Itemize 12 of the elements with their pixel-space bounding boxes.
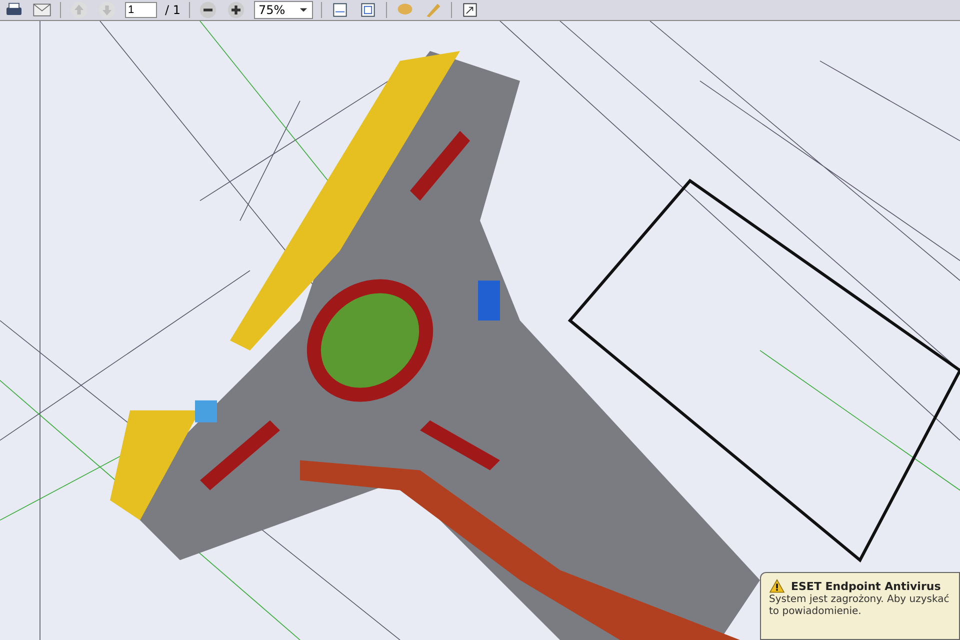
zoom-dropdown[interactable]: 75%: [254, 1, 314, 19]
zoom-value: 75%: [258, 3, 286, 17]
caret-icon: [299, 7, 308, 13]
warning-icon: [769, 579, 785, 593]
zoom-in-icon[interactable]: [226, 1, 246, 19]
notification-text: System jest zagrożony. Aby uzyskać: [769, 594, 950, 605]
page-total: / 1: [165, 3, 180, 17]
notification-text: to powiadomienie.: [769, 606, 862, 617]
notification-title: ESET Endpoint Antivirus: [791, 580, 941, 592]
zoom-out-icon[interactable]: [198, 1, 218, 19]
envelope-icon[interactable]: [32, 1, 52, 19]
page-field[interactable]: 1: [125, 2, 157, 18]
